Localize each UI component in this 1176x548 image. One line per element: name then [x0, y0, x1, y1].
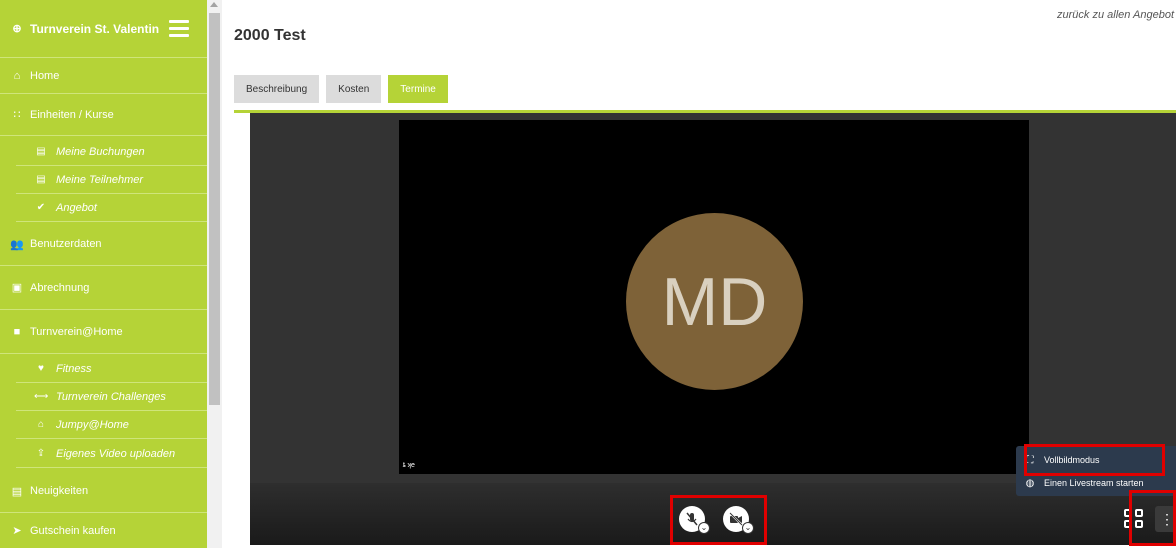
- sidebar-subitem-fitness[interactable]: ♥ Fitness: [16, 355, 207, 383]
- sidebar-item-label: Turnverein@Home: [30, 325, 123, 338]
- money-icon: ▣: [11, 282, 23, 294]
- dumbbell-icon: ⟷: [34, 391, 49, 402]
- sidebar-brand[interactable]: ⊕ Turnverein St. Valentin: [0, 0, 207, 58]
- sidebar-item-label: Abrechnung: [30, 281, 90, 294]
- app-root: ⊕ Turnverein St. Valentin ⌂ Home ∷ Einhe…: [0, 0, 1176, 548]
- scroll-up-arrow-icon[interactable]: [210, 2, 218, 7]
- sidebar-item-label: Neuigkeiten: [30, 485, 89, 497]
- users-icon: 👥: [10, 238, 24, 251]
- sidebar-subitem-label: Angebot: [56, 201, 97, 214]
- sidebar-item-abrechnung[interactable]: ▣ Abrechnung: [0, 266, 207, 310]
- sidebar-item-label: Benutzerdaten: [30, 238, 102, 250]
- sidebar-subitem-challenges[interactable]: ⟷ Turnverein Challenges: [16, 383, 207, 411]
- sidebar-subitem-video-upload[interactable]: ⇪ Eigenes Video uploaden: [16, 440, 207, 468]
- heart-icon: ♥: [38, 363, 44, 374]
- upload-icon: ⇪: [36, 448, 46, 459]
- tab-kosten[interactable]: Kosten: [326, 75, 382, 103]
- sidebar-subitem-meine-teilnehmer[interactable]: ▤ Meine Teilnehmer: [16, 166, 207, 194]
- sidebar-item-label: Home: [30, 69, 60, 82]
- grid-icon: ∷: [13, 109, 21, 121]
- sidebar-item-einheiten[interactable]: ∷ Einheiten / Kurse: [0, 94, 207, 136]
- globe-icon: ◍: [1025, 477, 1035, 489]
- sidebar-scrollbar[interactable]: [207, 0, 222, 548]
- sidebar-item-label: Gutschein kaufen: [30, 524, 116, 537]
- hamburger-menu-icon[interactable]: [169, 20, 189, 41]
- sidebar-subitem-meine-buchungen[interactable]: ▤ Meine Buchungen: [16, 138, 207, 166]
- sidebar-subitem-angebot[interactable]: ✔ Angebot: [16, 194, 207, 222]
- sidebar-subitem-label: Eigenes Video uploaden: [56, 447, 176, 460]
- check-icon: ✔: [36, 202, 46, 213]
- highlight-box: [1024, 444, 1165, 476]
- sidebar-item-label: Einheiten / Kurse: [30, 108, 114, 121]
- page-title: 2000 Test: [234, 27, 306, 44]
- sidebar-subitem-jumpy[interactable]: ⌂ Jumpy@Home: [16, 411, 207, 439]
- sidebar-subitem-label: Meine Buchungen: [56, 145, 145, 158]
- sidebar-item-home[interactable]: ⌂ Home: [0, 58, 207, 94]
- sidebar-item-gutschein[interactable]: ➤ Gutschein kaufen: [0, 513, 207, 548]
- home-icon: ⌂: [13, 69, 21, 82]
- home-icon: ⌂: [37, 419, 45, 430]
- highlight-box: [670, 495, 767, 545]
- tab-bar: Beschreibung Kosten Termine: [234, 75, 448, 103]
- brand-name: Turnverein St. Valentin: [30, 21, 160, 36]
- list-icon: ▤: [36, 146, 46, 157]
- scrollbar-thumb[interactable]: [209, 13, 220, 405]
- sidebar-subitem-label: Turnverein Challenges: [56, 390, 166, 403]
- participant-label: ȶ ʞe: [403, 462, 415, 469]
- news-icon: ▤: [11, 485, 23, 498]
- globe-icon: ⊕: [12, 23, 22, 35]
- sidebar-subitem-label: Jumpy@Home: [56, 418, 129, 431]
- tag-icon: ➤: [12, 525, 22, 537]
- highlight-box: [1129, 490, 1176, 546]
- menu-item-label: Einen Livestream starten: [1044, 478, 1144, 488]
- sidebar-item-neuigkeiten[interactable]: ▤ Neuigkeiten: [0, 470, 207, 513]
- sidebar-subitem-label: Meine Teilnehmer: [56, 173, 144, 186]
- video-icon: ■: [13, 325, 21, 338]
- sidebar-item-benutzerdaten[interactable]: 👥 Benutzerdaten: [0, 223, 207, 266]
- sidebar: ⊕ Turnverein St. Valentin ⌂ Home ∷ Einhe…: [0, 0, 207, 548]
- tab-beschreibung[interactable]: Beschreibung: [234, 75, 320, 103]
- sidebar-item-turnverein-home[interactable]: ■ Turnverein@Home: [0, 310, 207, 354]
- participant-avatar: MD: [626, 213, 803, 390]
- list-icon: ▤: [36, 174, 46, 185]
- back-to-offers-link[interactable]: zurück zu allen Angebot: [1057, 9, 1174, 21]
- sidebar-subitem-label: Fitness: [56, 362, 92, 375]
- tab-termine[interactable]: Termine: [388, 75, 448, 103]
